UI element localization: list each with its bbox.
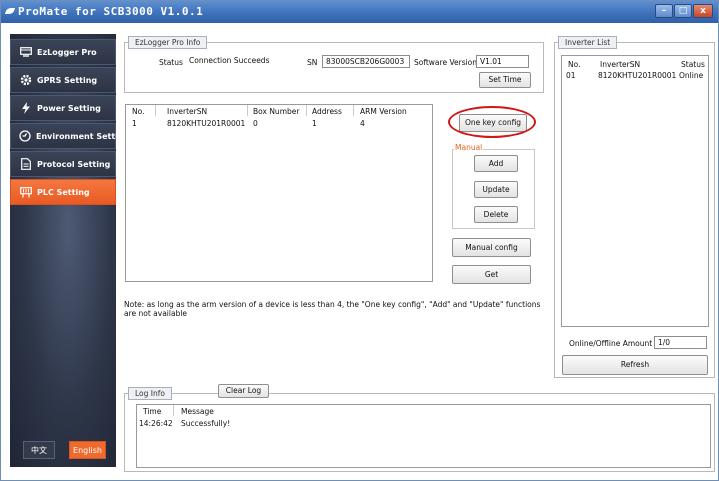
online-offline-amount-field: 1/0 — [654, 336, 707, 349]
device-cell-box-number[interactable]: 0 — [253, 119, 258, 128]
sn-label: SN — [307, 58, 318, 67]
get-button[interactable]: Get — [452, 265, 531, 284]
gear-icon — [19, 74, 32, 86]
sidebar-item-label: Power Setting — [37, 103, 101, 113]
close-button[interactable]: x — [693, 4, 713, 18]
sidebar-item-label: Environment Setting — [36, 131, 130, 141]
minimize-button[interactable]: – — [655, 4, 673, 18]
device-table-header: InverterSN — [167, 107, 208, 116]
log-cell-time: 14:26:42 — [139, 419, 173, 428]
ezlogger-info-tab: EzLogger Pro Info — [128, 36, 208, 49]
document-icon — [19, 158, 32, 170]
dial-icon — [19, 130, 31, 142]
maximize-button[interactable]: □ — [674, 4, 692, 18]
log-table: Time Message 14:26:42 Successfully! — [136, 404, 711, 468]
inverter-table: No. InverterSN Status 01 8120KHTU201R000… — [561, 55, 709, 327]
sidebar: EzLogger Pro GPRS Setting Power Setting … — [10, 34, 129, 467]
log-table-header: Message — [181, 407, 214, 416]
online-offline-amount-label: Online/Offline Amount — [569, 339, 653, 348]
device-cell-address[interactable]: 1 — [312, 119, 317, 128]
window-title: ProMate for SCB3000 V1.0.1 — [18, 5, 204, 18]
language-chinese-button[interactable]: 中文 — [23, 441, 55, 459]
inverter-table-header: InverterSN — [600, 60, 641, 69]
device-table-header: No. — [132, 107, 145, 116]
device-table-header: ARM Version — [360, 107, 407, 116]
plug-icon — [19, 186, 32, 198]
device-table-header: Address — [312, 107, 342, 116]
app-icon — [4, 8, 16, 14]
delete-button[interactable]: Delete — [474, 206, 518, 223]
inverter-list-tab: Inverter List — [558, 36, 618, 49]
manual-group-label: Manual — [454, 143, 484, 152]
lightning-icon — [19, 102, 32, 114]
device-cell-no[interactable]: 1 — [132, 119, 137, 128]
sidebar-item-protocol-setting[interactable]: Protocol Setting — [10, 151, 116, 177]
highlight-circle — [448, 106, 536, 138]
status-label: Status — [159, 58, 183, 67]
sidebar-item-label: GPRS Setting — [37, 75, 98, 85]
status-field: Connection Succeeds — [186, 55, 286, 68]
sidebar-item-power-setting[interactable]: Power Setting — [10, 95, 116, 121]
refresh-button[interactable]: Refresh — [562, 355, 708, 375]
sidebar-item-label: EzLogger Pro — [37, 47, 97, 57]
sidebar-item-label: Protocol Setting — [37, 159, 111, 169]
clear-log-button[interactable]: Clear Log — [218, 384, 269, 398]
monitor-icon — [19, 47, 32, 58]
inverter-table-header: Status — [681, 60, 705, 69]
set-time-button[interactable]: Set Time — [479, 72, 531, 88]
log-table-header: Time — [143, 407, 162, 416]
device-cell-inverter-sn[interactable]: 8120KHTU201R0001 — [167, 119, 245, 128]
log-cell-message: Successfully! — [181, 419, 231, 428]
sidebar-item-ezlogger-pro[interactable]: EzLogger Pro — [10, 39, 116, 65]
software-version-field: V1.01 — [476, 55, 529, 68]
note-text: Note: as long as the arm version of a de… — [124, 300, 541, 318]
device-cell-arm-version[interactable]: 4 — [360, 119, 365, 128]
sidebar-item-gprs-setting[interactable]: GPRS Setting — [10, 67, 116, 93]
app-window: ProMate for SCB3000 V1.0.1 – □ x EzLogge… — [0, 0, 719, 481]
log-info-tab: Log Info — [128, 387, 172, 400]
inverter-cell-status[interactable]: Online — [679, 71, 703, 80]
manual-config-button[interactable]: Manual config — [452, 238, 531, 257]
sidebar-item-plc-setting[interactable]: PLC Setting — [10, 179, 116, 205]
language-english-button[interactable]: English — [69, 441, 106, 459]
sidebar-item-environment-setting[interactable]: Environment Setting — [10, 123, 129, 149]
inverter-cell-sn[interactable]: 8120KHTU201R0001 — [598, 71, 676, 80]
sidebar-item-label: PLC Setting — [37, 187, 90, 197]
software-version-label: Software Version — [414, 58, 478, 67]
sn-field: 83000SCB206G0003 — [322, 55, 410, 68]
add-button[interactable]: Add — [474, 155, 518, 172]
device-table-header: Box Number — [253, 107, 300, 116]
device-table: No. InverterSN Box Number Address ARM Ve… — [125, 104, 433, 282]
window-controls: – □ x — [655, 4, 713, 18]
update-button[interactable]: Update — [474, 181, 518, 198]
inverter-table-header: No. — [568, 60, 581, 69]
inverter-cell-no[interactable]: 01 — [566, 71, 576, 80]
title-bar: ProMate for SCB3000 V1.0.1 – □ x — [1, 1, 718, 23]
